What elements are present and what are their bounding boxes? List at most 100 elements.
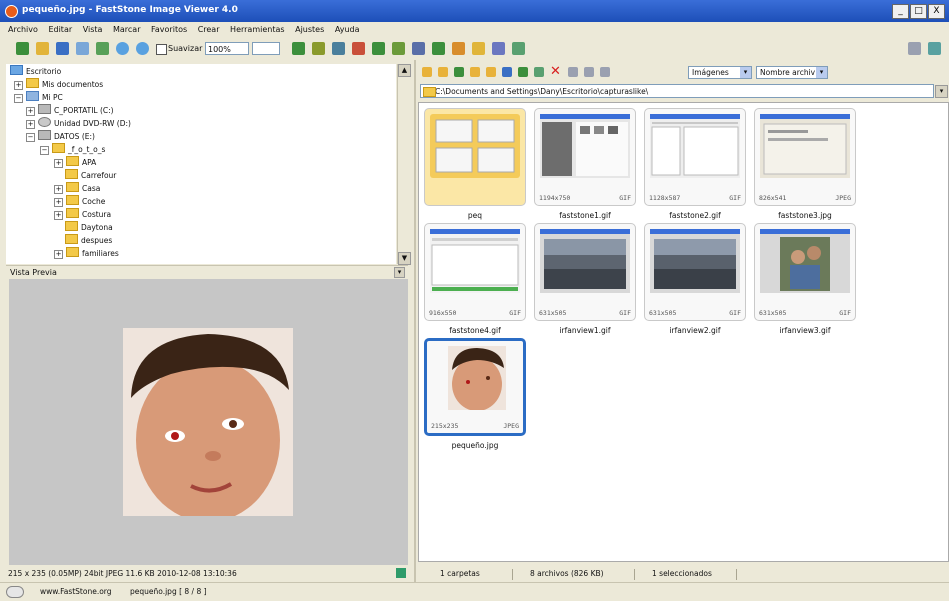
status-divider xyxy=(512,569,513,580)
tree-node-mis-documentos[interactable]: + Mis documentos xyxy=(14,78,103,90)
expand-icon[interactable]: + xyxy=(26,107,35,116)
list-view-icon[interactable] xyxy=(600,67,610,77)
menu-ajustes[interactable]: Ajustes xyxy=(295,22,324,38)
details-view-icon[interactable] xyxy=(584,67,594,77)
tree-node-daytona[interactable]: Daytona xyxy=(65,221,113,233)
refresh-icon[interactable] xyxy=(534,67,544,77)
crop-icon[interactable] xyxy=(352,42,365,55)
slideshow-icon[interactable] xyxy=(432,42,445,55)
menu-herramientas[interactable]: Herramientas xyxy=(230,22,285,38)
collapse-icon[interactable]: − xyxy=(26,133,35,142)
tree-node-familiares[interactable]: + familiares xyxy=(54,247,119,259)
resize-icon[interactable] xyxy=(372,42,385,55)
chevron-down-icon[interactable]: ▾ xyxy=(740,67,751,78)
up-folder-icon[interactable] xyxy=(454,67,464,77)
tree-node-carrefour[interactable]: Carrefour xyxy=(65,169,116,181)
rotate-left-icon[interactable] xyxy=(292,42,305,55)
menu-marcar[interactable]: Marcar xyxy=(113,22,141,38)
expand-icon[interactable]: + xyxy=(54,198,63,207)
adjust-colors-icon[interactable] xyxy=(392,42,405,55)
print-icon[interactable] xyxy=(472,42,485,55)
tree-node-drive-e[interactable]: − DATOS (E:) xyxy=(26,130,95,142)
smooth-checkbox[interactable] xyxy=(156,44,167,55)
thumbnail-caption: peq xyxy=(467,211,483,220)
compare-icon[interactable] xyxy=(492,42,505,55)
delete-icon[interactable]: ✕ xyxy=(550,64,561,79)
sort-select[interactable]: Nombre archiv ▾ xyxy=(756,66,828,79)
settings-icon[interactable] xyxy=(512,42,525,55)
scroll-down-icon[interactable]: ▼ xyxy=(398,252,411,265)
path-field[interactable]: C:\Documents and Settings\Dany\Escritori… xyxy=(420,84,934,98)
folder-tree[interactable]: Escritorio + Mis documentos − Mi PC + C_POR… xyxy=(6,64,396,264)
fit-icon[interactable] xyxy=(396,568,406,578)
new-folder-icon[interactable] xyxy=(486,67,496,77)
back-icon[interactable] xyxy=(422,67,432,77)
menu-crear[interactable]: Crear xyxy=(198,22,220,38)
maximize-button[interactable]: □ xyxy=(910,4,927,19)
thumbnail-irfanview2[interactable]: 631x505 GIF xyxy=(644,223,746,321)
save-as-icon[interactable] xyxy=(76,42,89,55)
effects-icon[interactable] xyxy=(412,42,425,55)
move-to-icon[interactable] xyxy=(518,67,528,77)
favorites-icon[interactable] xyxy=(470,67,480,77)
tree-node-casa[interactable]: + Casa xyxy=(54,182,100,194)
thumbnail-faststone3[interactable]: 826x541 JPEG xyxy=(754,108,856,206)
menu-vista[interactable]: Vista xyxy=(83,22,103,38)
tree-node-apa[interactable]: + APA xyxy=(54,156,96,168)
tree-node-escritorio[interactable]: Escritorio xyxy=(10,65,61,77)
scroll-up-icon[interactable]: ▲ xyxy=(398,64,411,77)
expand-icon[interactable]: + xyxy=(26,120,35,129)
expand-icon[interactable] xyxy=(928,42,941,55)
rotate-right-icon[interactable] xyxy=(312,42,325,55)
thumbnail-peq[interactable] xyxy=(424,108,526,206)
thumb-view-icon[interactable] xyxy=(568,67,578,77)
thumbnail-faststone4[interactable]: 916x550 GIF xyxy=(424,223,526,321)
tree-node-costura[interactable]: + Costura xyxy=(54,208,111,220)
menu-archivo[interactable]: Archivo xyxy=(8,22,38,38)
zoom-in-icon[interactable] xyxy=(116,42,129,55)
copy-to-icon[interactable] xyxy=(502,67,512,77)
view-mode-select[interactable] xyxy=(252,42,280,55)
layout-icon[interactable] xyxy=(908,42,921,55)
forward-icon[interactable] xyxy=(438,67,448,77)
tree-node-despues[interactable]: despues xyxy=(65,234,112,246)
expand-icon[interactable]: + xyxy=(54,250,63,259)
open-folder-icon[interactable] xyxy=(36,42,49,55)
thumbnail-irfanview3[interactable]: 631x505 GIF xyxy=(754,223,856,321)
acquire-icon[interactable] xyxy=(16,42,29,55)
expand-icon[interactable]: + xyxy=(54,185,63,194)
close-button[interactable]: X xyxy=(928,4,945,19)
zoom-out-icon[interactable] xyxy=(136,42,149,55)
flip-icon[interactable] xyxy=(332,42,345,55)
preview-image[interactable] xyxy=(123,328,293,516)
website-link[interactable]: www.FastStone.org xyxy=(40,587,112,596)
collapse-icon[interactable]: − xyxy=(40,146,49,155)
menu-editar[interactable]: Editar xyxy=(48,22,72,38)
tree-node-drive-c[interactable]: + C_PORTATIL (C:) xyxy=(26,104,114,116)
zoom-select[interactable]: 100% xyxy=(205,42,249,55)
minimize-button[interactable]: _ xyxy=(892,4,909,19)
tree-node-fotos[interactable]: − _f_o_t_o_s xyxy=(40,143,105,155)
preview-toggle-icon[interactable]: ▾ xyxy=(394,267,405,278)
expand-icon[interactable]: + xyxy=(54,159,63,168)
chevron-down-icon[interactable]: ▾ xyxy=(816,67,827,78)
tree-node-coche[interactable]: + Coche xyxy=(54,195,105,207)
expand-icon[interactable]: + xyxy=(14,81,23,90)
save-icon[interactable] xyxy=(56,42,69,55)
path-dropdown-icon[interactable]: ▾ xyxy=(935,85,948,98)
thumbnail-pequeno[interactable]: 215x235 JPEG xyxy=(424,338,526,436)
email-icon[interactable] xyxy=(452,42,465,55)
thumbnail-irfanview1[interactable]: 631x505 GIF xyxy=(534,223,636,321)
tree-scrollbar[interactable]: ▲ ▼ xyxy=(397,64,411,265)
fullscreen-icon[interactable] xyxy=(96,42,109,55)
tree-node-mi-pc[interactable]: − Mi PC xyxy=(14,91,63,103)
thumbnail-faststone2[interactable]: 1128x587 GIF xyxy=(644,108,746,206)
thumbnail-faststone1[interactable]: 1194x750 GIF xyxy=(534,108,636,206)
expand-icon[interactable]: + xyxy=(54,211,63,220)
collapse-icon[interactable]: − xyxy=(14,94,23,103)
menu-favoritos[interactable]: Favoritos xyxy=(151,22,187,38)
tree-node-drive-d[interactable]: + Unidad DVD-RW (D:) xyxy=(26,117,131,129)
menu-ayuda[interactable]: Ayuda xyxy=(335,22,360,38)
filter-select[interactable]: Imágenes ▾ xyxy=(688,66,752,79)
left-pane: Escritorio + Mis documentos − Mi PC + C_POR… xyxy=(0,60,414,582)
